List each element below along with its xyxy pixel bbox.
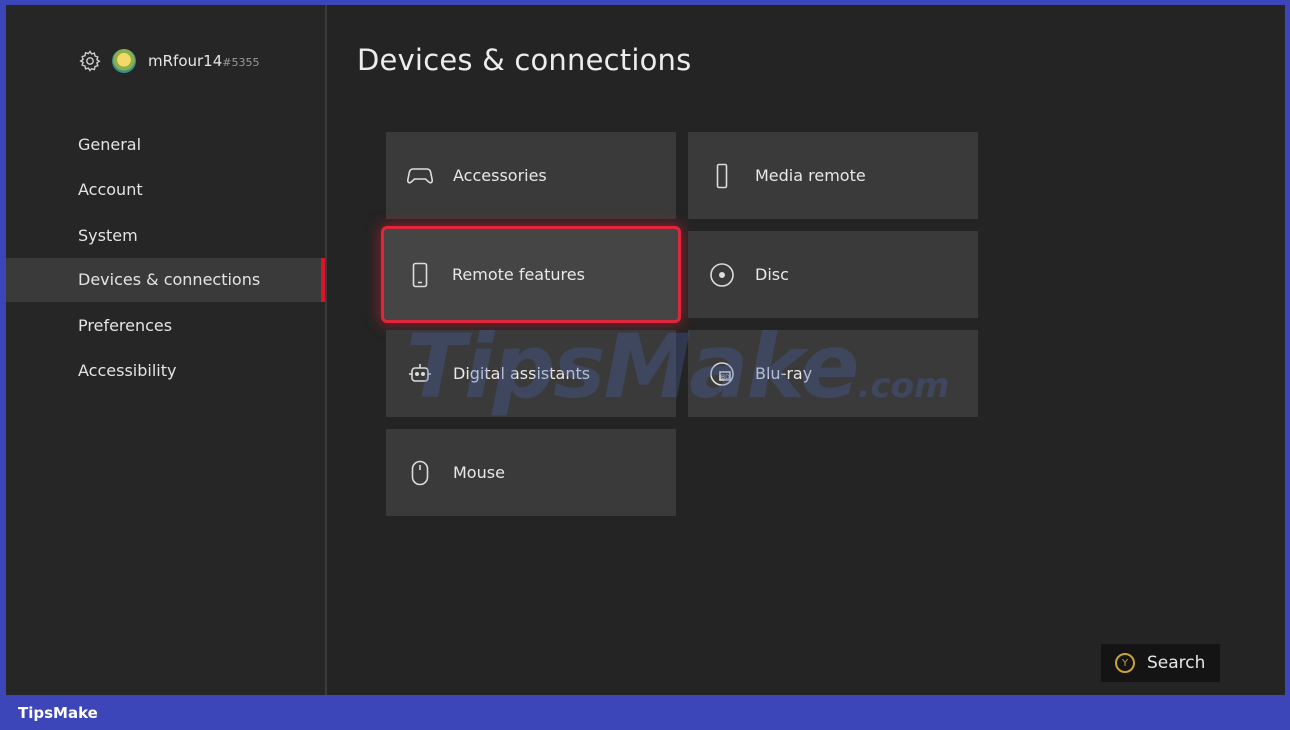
sidebar-item-label: Devices & connections bbox=[78, 270, 261, 289]
search-button[interactable]: Y Search bbox=[1101, 644, 1220, 682]
tile-label: Digital assistants bbox=[453, 364, 591, 383]
tile-label: Mouse bbox=[453, 463, 505, 482]
tile-accessories[interactable]: Accessories bbox=[386, 132, 676, 219]
gamertag: mRfour14#5355 bbox=[148, 52, 259, 70]
tile-digital-assistants[interactable]: Digital assistants bbox=[386, 330, 676, 417]
tile-mouse[interactable]: Mouse bbox=[386, 429, 676, 516]
sidebar-item-devices-connections[interactable]: Devices & connections bbox=[6, 258, 325, 302]
tile-remote-features[interactable]: Remote features bbox=[381, 226, 681, 323]
tile-label: Disc bbox=[755, 265, 789, 284]
gamepad-icon bbox=[406, 162, 434, 190]
tile-label: Remote features bbox=[452, 265, 585, 284]
mouse-icon bbox=[406, 459, 434, 487]
phone-icon bbox=[406, 261, 434, 289]
sidebar-item-label: Accessibility bbox=[78, 361, 177, 380]
remote-icon bbox=[708, 162, 736, 190]
sidebar-item-system[interactable]: System bbox=[6, 214, 325, 258]
sidebar: mRfour14#5355 General Account System Dev… bbox=[6, 5, 325, 695]
footer-brand: TipsMake bbox=[18, 704, 98, 722]
sidebar-item-preferences[interactable]: Preferences bbox=[6, 304, 325, 348]
assistant-icon bbox=[406, 360, 434, 388]
tile-label: Blu-ray bbox=[755, 364, 813, 383]
sidebar-item-label: System bbox=[78, 226, 138, 245]
sidebar-item-general[interactable]: General bbox=[6, 123, 325, 167]
gamertag-name: mRfour14 bbox=[148, 52, 223, 70]
disc-icon bbox=[708, 261, 736, 289]
footer-bar: TipsMake bbox=[0, 695, 1290, 730]
gear-icon[interactable] bbox=[78, 49, 102, 73]
tile-label: Media remote bbox=[755, 166, 866, 185]
sidebar-item-accessibility[interactable]: Accessibility bbox=[6, 349, 325, 393]
sidebar-item-label: Preferences bbox=[78, 316, 173, 335]
avatar[interactable] bbox=[112, 49, 136, 73]
sidebar-item-label: General bbox=[78, 135, 142, 154]
page-title: Devices & connections bbox=[357, 43, 692, 77]
search-button-label: Search bbox=[1147, 653, 1206, 673]
svg-text:BD: BD bbox=[721, 374, 730, 381]
profile-bar: mRfour14#5355 bbox=[78, 49, 259, 73]
bluray-icon: BD bbox=[708, 360, 736, 388]
gamertag-suffix: #5355 bbox=[222, 56, 260, 69]
sidebar-item-account[interactable]: Account bbox=[6, 168, 325, 212]
tile-label: Accessories bbox=[453, 166, 547, 185]
app-window: mRfour14#5355 General Account System Dev… bbox=[6, 5, 1285, 695]
tile-disc[interactable]: Disc bbox=[688, 231, 978, 318]
sidebar-item-label: Account bbox=[78, 180, 143, 199]
y-button-icon: Y bbox=[1115, 653, 1135, 673]
tile-media-remote[interactable]: Media remote bbox=[688, 132, 978, 219]
tile-blu-ray[interactable]: BD Blu-ray bbox=[688, 330, 978, 417]
